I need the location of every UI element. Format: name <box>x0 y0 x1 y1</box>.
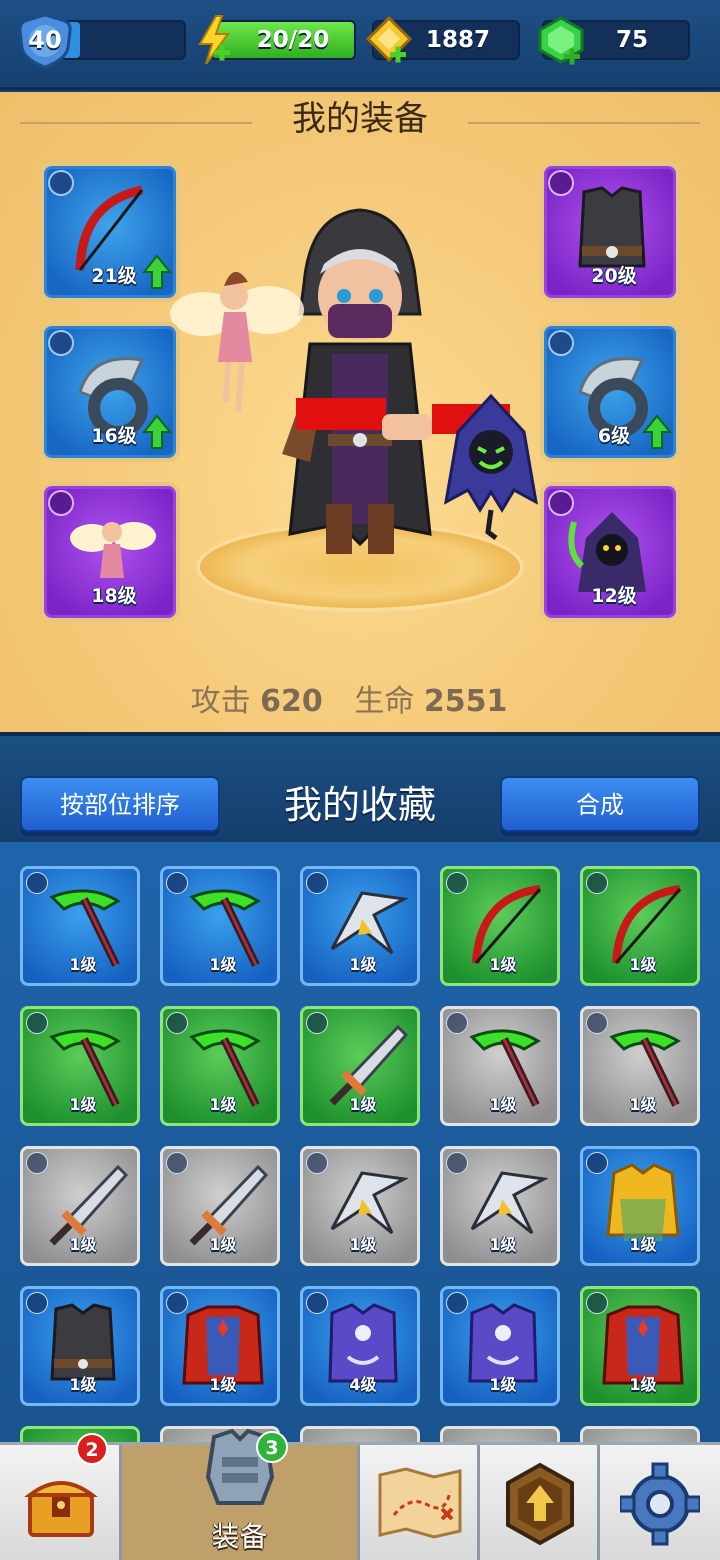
collection-item[interactable]: 1级 <box>160 1006 280 1126</box>
upgrade-arrow-icon <box>142 414 172 449</box>
xp-bar <box>60 20 186 60</box>
merge-button[interactable]: 合成 <box>500 776 700 832</box>
item-level: 1级 <box>489 1095 517 1114</box>
collection-item[interactable]: 4级 <box>300 1286 420 1406</box>
slot-weapon[interactable]: 21级 <box>40 162 180 302</box>
item-level: 1级 <box>349 1095 377 1114</box>
attack-value: 620 <box>260 684 323 719</box>
player-level-badge[interactable]: 40 <box>16 12 74 70</box>
item-level: 1级 <box>209 1095 237 1114</box>
collection-item[interactable]: 1级 <box>20 1146 140 1266</box>
item-level: 1级 <box>489 1375 517 1394</box>
item-level: 1级 <box>69 955 97 974</box>
item-level: 1级 <box>69 1095 97 1114</box>
reaper-pet <box>443 393 539 540</box>
item-level: 1级 <box>349 955 377 974</box>
nav-upgrade[interactable] <box>480 1445 600 1560</box>
equipment-badge: 3 <box>256 1431 288 1463</box>
item-level: 1级 <box>629 955 657 974</box>
fairy-pet <box>170 271 304 413</box>
gem-value: 75 <box>615 27 648 53</box>
shop-badge: 2 <box>76 1433 108 1465</box>
item-level: 1级 <box>489 955 517 974</box>
gold-value: 1887 <box>425 27 490 53</box>
item-level: 1级 <box>209 955 237 974</box>
collection-header: 按部位排序 我的收藏 合成 <box>0 732 720 842</box>
energy-bolt-icon <box>198 15 230 65</box>
collection-item[interactable]: 1级 <box>300 1006 420 1126</box>
collection-item[interactable]: 1级 <box>440 866 560 986</box>
hp-value: 2551 <box>423 684 508 719</box>
gear-icon <box>620 1462 700 1546</box>
nav-map[interactable] <box>360 1445 480 1560</box>
player-level: 40 <box>28 26 62 54</box>
collection-item[interactable]: 1级 <box>20 866 140 986</box>
slot-pet-right[interactable]: 12级 <box>540 482 680 622</box>
map-icon <box>378 1467 462 1539</box>
upgrade-icon <box>506 1462 574 1546</box>
upgrade-arrow-icon <box>642 414 672 449</box>
bottom-nav: 2 3 装备 <box>0 1428 720 1560</box>
collection-item[interactable]: 1级 <box>300 866 420 986</box>
nav-settings[interactable] <box>600 1445 720 1560</box>
slot-pet-left[interactable]: 18级 <box>40 482 180 622</box>
collection-item[interactable]: 1级 <box>440 1146 560 1266</box>
collection-item[interactable]: 1级 <box>160 866 280 986</box>
collection-item[interactable]: 1级 <box>20 1006 140 1126</box>
green-gem-icon <box>538 16 584 65</box>
resource-bar: 40 20/20 1887 75 <box>0 0 720 90</box>
slot-armor[interactable]: 20级 <box>540 162 680 302</box>
upgrade-arrow-icon <box>142 254 172 289</box>
collection-item[interactable]: 1级 <box>440 1006 560 1126</box>
hp-label: 生命 <box>354 684 415 719</box>
nav-shop[interactable]: 2 <box>0 1433 122 1560</box>
gold-coin-icon <box>365 15 413 63</box>
item-level: 1级 <box>629 1235 657 1254</box>
item-level: 1级 <box>69 1235 97 1254</box>
collection-item[interactable]: 1级 <box>580 1286 700 1406</box>
collection-item[interactable]: 1级 <box>440 1286 560 1406</box>
collection-item[interactable]: 1级 <box>580 1006 700 1126</box>
equipment-panel: 我的装备 21级 16级 18级 20级 6级 12级 攻击 620 生命 25… <box>0 92 720 732</box>
item-level: 4级 <box>349 1375 377 1394</box>
nav-equipment[interactable]: 3 装备 <box>122 1428 360 1560</box>
collection-item[interactable]: 1级 <box>160 1146 280 1266</box>
collection-item[interactable]: 1级 <box>580 866 700 986</box>
hero-stats: 攻击 620 生命 2551 <box>0 676 720 720</box>
item-level: 1级 <box>209 1235 237 1254</box>
treasure-chest-icon <box>24 1481 98 1537</box>
item-level: 1级 <box>209 1375 237 1394</box>
slot-ring-left[interactable]: 16级 <box>40 322 180 462</box>
slot-level: 12级 <box>591 585 637 607</box>
collection-item[interactable]: 1级 <box>160 1286 280 1406</box>
item-level: 1级 <box>629 1375 657 1394</box>
collection-item[interactable]: 1级 <box>300 1146 420 1266</box>
collection-item[interactable]: 1级 <box>580 1146 700 1266</box>
slot-level: 20级 <box>591 265 637 287</box>
item-level: 1级 <box>349 1235 377 1254</box>
equipment-label: 装备 <box>211 1520 268 1553</box>
item-level: 1级 <box>629 1095 657 1114</box>
slot-ring-right[interactable]: 6级 <box>540 322 680 462</box>
item-level: 1级 <box>69 1375 97 1394</box>
collection-grid: 1级 1级 1级 1级 1级 1级 1级 1级 1级 1级 1级 1级 1级 1级 1级 1级 1级 4级 1级 1级 <box>0 842 720 1546</box>
equipment-title: 我的装备 <box>292 99 428 139</box>
slot-level: 18级 <box>91 585 137 607</box>
item-level: 1级 <box>489 1235 517 1254</box>
collection-item[interactable]: 1级 <box>20 1286 140 1406</box>
attack-label: 攻击 <box>190 684 251 719</box>
